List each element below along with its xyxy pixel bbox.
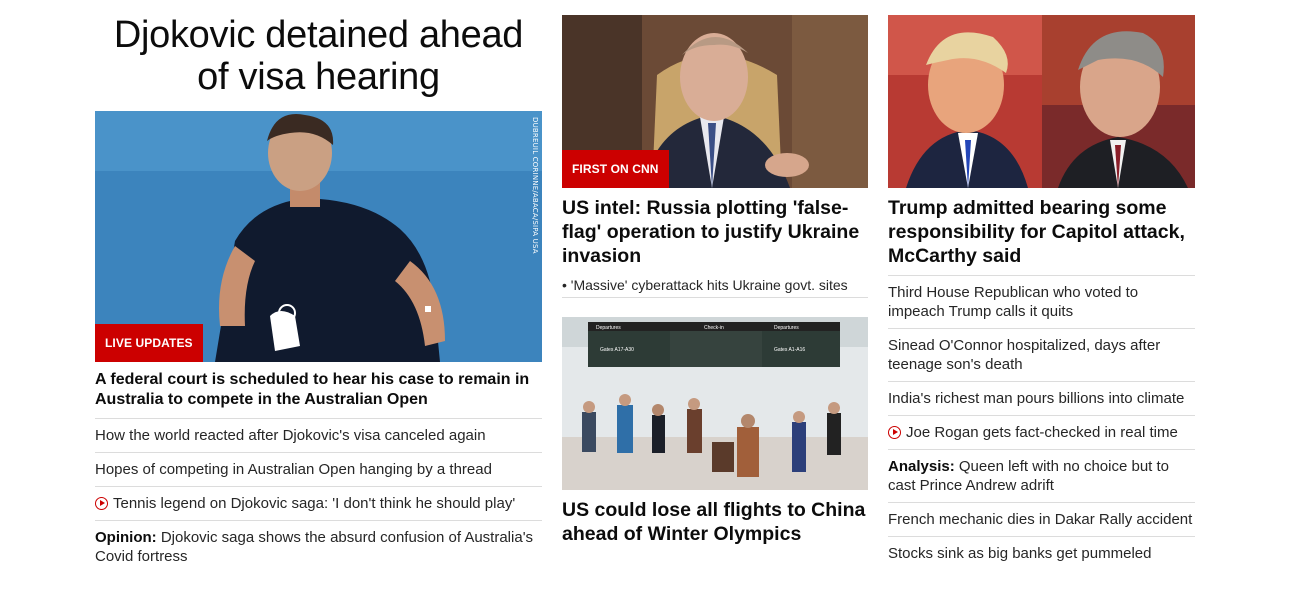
right-link-3[interactable]: India's richest man pours billions into …	[888, 382, 1195, 416]
trump-mccarthy-photo-illustration	[888, 15, 1195, 188]
right-link-2[interactable]: Sinead O'Connor hospitalized, days after…	[888, 329, 1195, 382]
lead-subheadline[interactable]: A federal court is scheduled to hear his…	[95, 370, 542, 419]
lead-headline[interactable]: Djokovic detained ahead of visa hearing	[95, 14, 542, 100]
lead-related-link-1[interactable]: How the world reacted after Djokovic's v…	[95, 419, 542, 453]
right-link-5[interactable]: Analysis: Queen left with no choice but …	[888, 450, 1195, 503]
sign-text-2: Check-in	[704, 325, 724, 331]
right-link-4-text: Joe Rogan gets fact-checked in real time	[906, 424, 1178, 441]
photo-credit: DUBREUIL CORINNE/ABACA/SIPA USA	[531, 117, 539, 254]
sign-text-3: Departures	[774, 325, 799, 331]
lead-related-link-4[interactable]: Opinion: Djokovic saga shows the absurd …	[95, 521, 542, 573]
airport-photo[interactable]: Departures Check-in Departures Gates A17…	[562, 317, 868, 490]
lead-related-link-2[interactable]: Hopes of competing in Australian Open ha…	[95, 453, 542, 487]
first-on-cnn-badge: FIRST ON CNN	[562, 150, 669, 188]
djokovic-photo[interactable]: DUBREUIL CORINNE/ABACA/SIPA USA LIVE UPD…	[95, 111, 542, 362]
right-stories-column: Trump admitted bearing some responsibili…	[888, 15, 1195, 570]
china-flights-headline[interactable]: US could lose all flights to China ahead…	[562, 498, 868, 546]
lead-related-link-3-text: Tennis legend on Djokovic saga: 'I don't…	[113, 495, 516, 512]
right-link-6-text: French mechanic dies in Dakar Rally acci…	[888, 511, 1193, 528]
lead-story-column: Djokovic detained ahead of visa hearing …	[95, 14, 542, 573]
right-link-2-text: Sinead O'Connor hospitalized, days after…	[888, 337, 1161, 373]
lead-related-link-3[interactable]: Tennis legend on Djokovic saga: 'I don't…	[95, 487, 542, 521]
trump-mccarthy-headline[interactable]: Trump admitted bearing some responsibili…	[888, 196, 1195, 276]
russia-headline[interactable]: US intel: Russia plotting 'false-flag' o…	[562, 196, 868, 268]
lead-related-link-4-text: Djokovic saga shows the absurd confusion…	[95, 529, 534, 565]
lead-related-link-1-text: How the world reacted after Djokovic's v…	[95, 427, 486, 444]
right-link-1-text: Third House Republican who voted to impe…	[888, 284, 1139, 320]
analysis-kicker: Analysis:	[888, 458, 955, 475]
sign-text-1: Departures	[596, 325, 621, 331]
right-link-6[interactable]: French mechanic dies in Dakar Rally acci…	[888, 503, 1195, 537]
live-updates-badge: LIVE UPDATES	[95, 324, 203, 362]
right-link-1[interactable]: Third House Republican who voted to impe…	[888, 276, 1195, 329]
putin-photo[interactable]: FIRST ON CNN	[562, 15, 868, 188]
play-icon	[888, 426, 901, 439]
play-icon	[95, 497, 108, 510]
right-link-3-text: India's richest man pours billions into …	[888, 390, 1185, 407]
opinion-kicker: Opinion:	[95, 529, 157, 546]
sign-text-4: Gates A17-A30	[600, 347, 634, 353]
trump-mccarthy-photo[interactable]	[888, 15, 1195, 188]
right-link-4[interactable]: Joe Rogan gets fact-checked in real time	[888, 416, 1195, 450]
lead-related-link-2-text: Hopes of competing in Australian Open ha…	[95, 461, 492, 478]
right-link-7[interactable]: Stocks sink as big banks get pummeled	[888, 537, 1195, 570]
airport-photo-illustration: Departures Check-in Departures Gates A17…	[562, 317, 868, 490]
middle-stories-column: FIRST ON CNN US intel: Russia plotting '…	[562, 15, 868, 546]
cyberattack-link[interactable]: • 'Massive' cyberattack hits Ukraine gov…	[562, 276, 868, 298]
sign-text-5: Gates A1-A16	[774, 347, 805, 353]
right-link-7-text: Stocks sink as big banks get pummeled	[888, 545, 1152, 562]
